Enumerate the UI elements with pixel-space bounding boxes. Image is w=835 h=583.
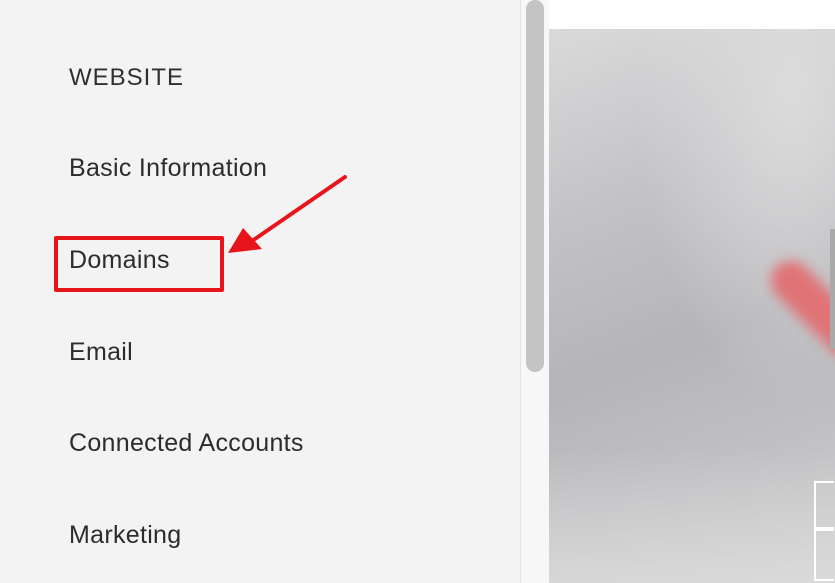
section-heading-website: WEBSITE [69, 64, 185, 91]
sidebar-item-email[interactable]: Email [69, 338, 133, 367]
settings-screen: WEBSITE Basic Information Domains Email … [0, 0, 835, 583]
preview-grid-icon [814, 481, 835, 583]
settings-sidebar: WEBSITE Basic Information Domains Email … [0, 0, 520, 583]
preview-edge-bar [830, 229, 835, 349]
domains-highlight-box [54, 236, 224, 292]
sidebar-item-basic-information[interactable]: Basic Information [69, 154, 267, 183]
preview-header-strip [549, 0, 835, 29]
sidebar-item-marketing[interactable]: Marketing [69, 521, 181, 550]
sidebar-item-connected-accounts[interactable]: Connected Accounts [69, 429, 304, 458]
site-preview-pane [549, 29, 835, 583]
sidebar-scrollbar-thumb[interactable] [526, 0, 544, 372]
preview-lower-fade [549, 449, 835, 583]
